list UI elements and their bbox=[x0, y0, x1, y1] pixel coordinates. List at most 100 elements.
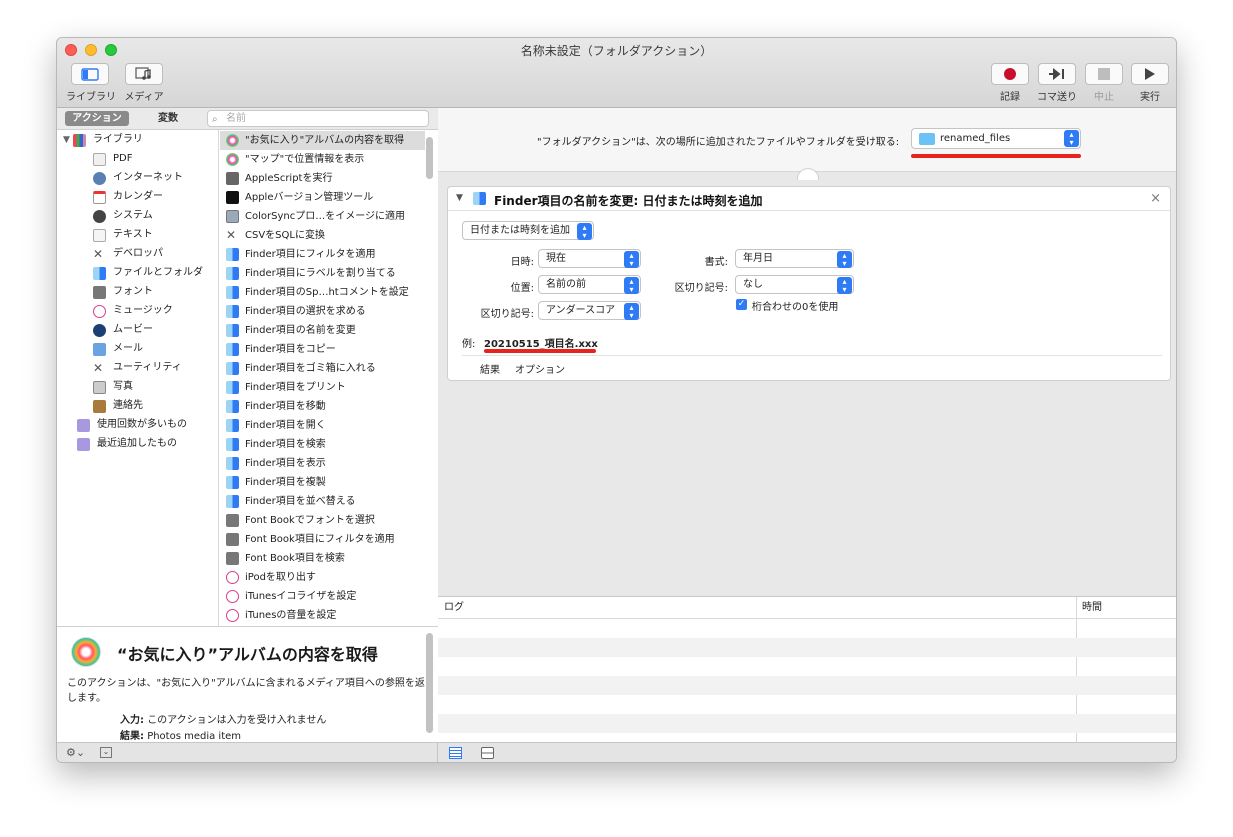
tab-variables[interactable]: 変数 bbox=[139, 111, 197, 126]
tab-options[interactable]: オプション bbox=[515, 361, 565, 376]
library-pane: アクション 変数 ⌕ 名前 ▼ ライブラリ PDF インターネット カレンダー … bbox=[57, 108, 438, 742]
action-item[interactable]: Appleバージョン管理ツール bbox=[220, 188, 425, 207]
format-popup[interactable]: 年月日 ▴ ▾ bbox=[735, 249, 854, 268]
category-photos[interactable]: 写真 bbox=[93, 378, 133, 396]
separator2-popup[interactable]: なし ▴ ▾ bbox=[735, 275, 854, 294]
stop-button[interactable] bbox=[1085, 63, 1123, 85]
category-files-folders[interactable]: ファイルとフォルダ bbox=[93, 264, 203, 282]
action-label: Finder項目の選択を求める bbox=[245, 306, 366, 317]
action-item[interactable]: Finder項目をプリント bbox=[220, 378, 425, 397]
log-column-header[interactable]: ログ bbox=[444, 597, 464, 619]
media-button[interactable] bbox=[125, 63, 163, 85]
action-item[interactable]: Finder項目にフィルタを適用 bbox=[220, 245, 425, 264]
log-header: ログ 時間 bbox=[438, 597, 1176, 743]
photos-icon bbox=[226, 153, 239, 166]
toggle-description-icon[interactable]: ⌄ bbox=[100, 747, 112, 758]
category-system[interactable]: システム bbox=[93, 207, 153, 225]
search-input[interactable]: ⌕ 名前 bbox=[207, 110, 429, 127]
action-item[interactable]: Finder項目のSp…htコメントを設定 bbox=[220, 283, 425, 302]
action-item[interactable]: ColorSyncプロ…をイメージに適用 bbox=[220, 207, 425, 226]
category-fonts[interactable]: フォント bbox=[93, 283, 153, 301]
action-item[interactable]: ✕ CSVをSQLに変換 bbox=[220, 226, 425, 245]
action-list: "お気に入り"アルバムの内容を取得 "マップ"で位置情報を表示 AppleScr… bbox=[220, 130, 438, 626]
action-item[interactable]: Finder項目を複製 bbox=[220, 473, 425, 492]
close-icon[interactable]: × bbox=[1150, 191, 1161, 206]
action-item[interactable]: Finder項目をコピー bbox=[220, 340, 425, 359]
record-icon bbox=[1004, 68, 1016, 80]
action-list-scrollbar[interactable] bbox=[426, 137, 433, 179]
action-item[interactable]: Finder項目の名前を変更 bbox=[220, 321, 425, 340]
collapse-triangle-icon[interactable]: ▼ bbox=[456, 193, 463, 203]
category-movies[interactable]: ムービー bbox=[93, 321, 153, 339]
action-item[interactable]: "お気に入り"アルバムの内容を取得 bbox=[220, 131, 425, 150]
finder-icon bbox=[226, 362, 239, 375]
step-icon bbox=[1049, 68, 1064, 80]
mail-icon bbox=[93, 342, 106, 356]
action-item[interactable]: Finder項目にラベルを割り当てる bbox=[220, 264, 425, 283]
category-text[interactable]: テキスト bbox=[93, 226, 153, 244]
smart-group-most-used[interactable]: 使用回数が多いもの bbox=[77, 416, 187, 434]
stop-label: 中止 bbox=[1094, 92, 1114, 103]
result-value: Photos media item bbox=[147, 731, 242, 742]
action-item[interactable]: Finder項目を並べ替える bbox=[220, 492, 425, 511]
tab-results[interactable]: 結果 bbox=[480, 361, 500, 376]
action-item[interactable]: Finder項目を開く bbox=[220, 416, 425, 435]
highlight-underline bbox=[911, 154, 1081, 158]
library-bottom-bar: ⚙︎⌄ ⌄ bbox=[57, 742, 438, 762]
separator-popup[interactable]: アンダースコア ▴ ▾ bbox=[538, 301, 641, 320]
step-button[interactable] bbox=[1038, 63, 1076, 85]
folder-popup[interactable]: renamed_files ▴ ▾ bbox=[911, 128, 1081, 149]
record-button[interactable] bbox=[991, 63, 1029, 85]
tab-actions[interactable]: アクション bbox=[65, 111, 129, 126]
action-item[interactable]: Font Bookでフォントを選択 bbox=[220, 511, 425, 530]
category-internet[interactable]: インターネット bbox=[93, 169, 183, 187]
action-label: Font Book項目を検索 bbox=[245, 553, 345, 564]
category-utilities[interactable]: ✕ ユーティリティ bbox=[93, 359, 182, 377]
action-item[interactable]: iTunesイコライザを設定 bbox=[220, 587, 425, 606]
split-view-icon[interactable] bbox=[481, 747, 494, 759]
action-item[interactable]: Finder項目を表示 bbox=[220, 454, 425, 473]
photos-icon bbox=[226, 134, 239, 147]
category-label: 連絡先 bbox=[113, 400, 143, 411]
action-item[interactable]: Finder項目の選択を求める bbox=[220, 302, 425, 321]
gear-menu-icon[interactable]: ⚙︎⌄ bbox=[66, 746, 85, 759]
library-root[interactable]: ▼ ライブラリ bbox=[63, 131, 143, 149]
description-scrollbar[interactable] bbox=[426, 633, 433, 733]
action-label: Font Book項目にフィルタを適用 bbox=[245, 534, 395, 545]
date-popup[interactable]: 現在 ▴ ▾ bbox=[538, 249, 641, 268]
category-calendar[interactable]: カレンダー bbox=[93, 188, 163, 206]
action-item[interactable]: Finder項目を検索 bbox=[220, 435, 425, 454]
smart-group-recently-added[interactable]: 最近追加したもの bbox=[77, 435, 177, 453]
popup-arrows-icon: ▴ ▾ bbox=[624, 277, 639, 294]
action-item[interactable]: Font Book項目を検索 bbox=[220, 549, 425, 568]
action-item[interactable]: "マップ"で位置情報を表示 bbox=[220, 150, 425, 169]
date-label: 日時: bbox=[510, 257, 534, 268]
library-icon bbox=[81, 67, 99, 81]
category-music[interactable]: ミュージック bbox=[93, 302, 173, 320]
library-toggle-button[interactable] bbox=[71, 63, 109, 85]
action-label: ColorSyncプロ…をイメージに適用 bbox=[245, 211, 406, 222]
description-title: “お気に入り”アルバムの内容を取得 bbox=[117, 645, 378, 664]
input-value: このアクションは入力を受け入れません bbox=[147, 715, 327, 726]
script-icon bbox=[226, 172, 239, 185]
action-label: Finder項目にラベルを割り当てる bbox=[245, 268, 396, 279]
mode-popup[interactable]: 日付または時刻を追加 ▴ ▾ bbox=[462, 221, 594, 240]
category-pdf[interactable]: PDF bbox=[93, 150, 132, 168]
position-popup[interactable]: 名前の前 ▴ ▾ bbox=[538, 275, 641, 294]
list-view-icon[interactable] bbox=[449, 747, 462, 759]
category-label: PDF bbox=[113, 153, 133, 164]
action-item[interactable]: Finder項目を移動 bbox=[220, 397, 425, 416]
action-item[interactable]: iTunesの音量を設定 bbox=[220, 606, 425, 625]
category-contacts[interactable]: 連絡先 bbox=[93, 397, 143, 415]
action-item[interactable]: iPodを取り出す bbox=[220, 568, 425, 587]
action-item[interactable]: Font Book項目にフィルタを適用 bbox=[220, 530, 425, 549]
category-mail[interactable]: メール bbox=[93, 340, 143, 358]
utilities-icon: ✕ bbox=[93, 360, 104, 375]
category-developer[interactable]: ✕ デベロッパ bbox=[93, 245, 163, 263]
action-item[interactable]: AppleScriptを実行 bbox=[220, 169, 425, 188]
time-column-header[interactable]: 時間 bbox=[1082, 597, 1102, 619]
run-button[interactable] bbox=[1131, 63, 1169, 85]
action-item[interactable]: Finder項目をゴミ箱に入れる bbox=[220, 359, 425, 378]
zero-pad-checkbox[interactable]: ✓ bbox=[736, 299, 747, 310]
category-label: フォント bbox=[113, 286, 153, 297]
